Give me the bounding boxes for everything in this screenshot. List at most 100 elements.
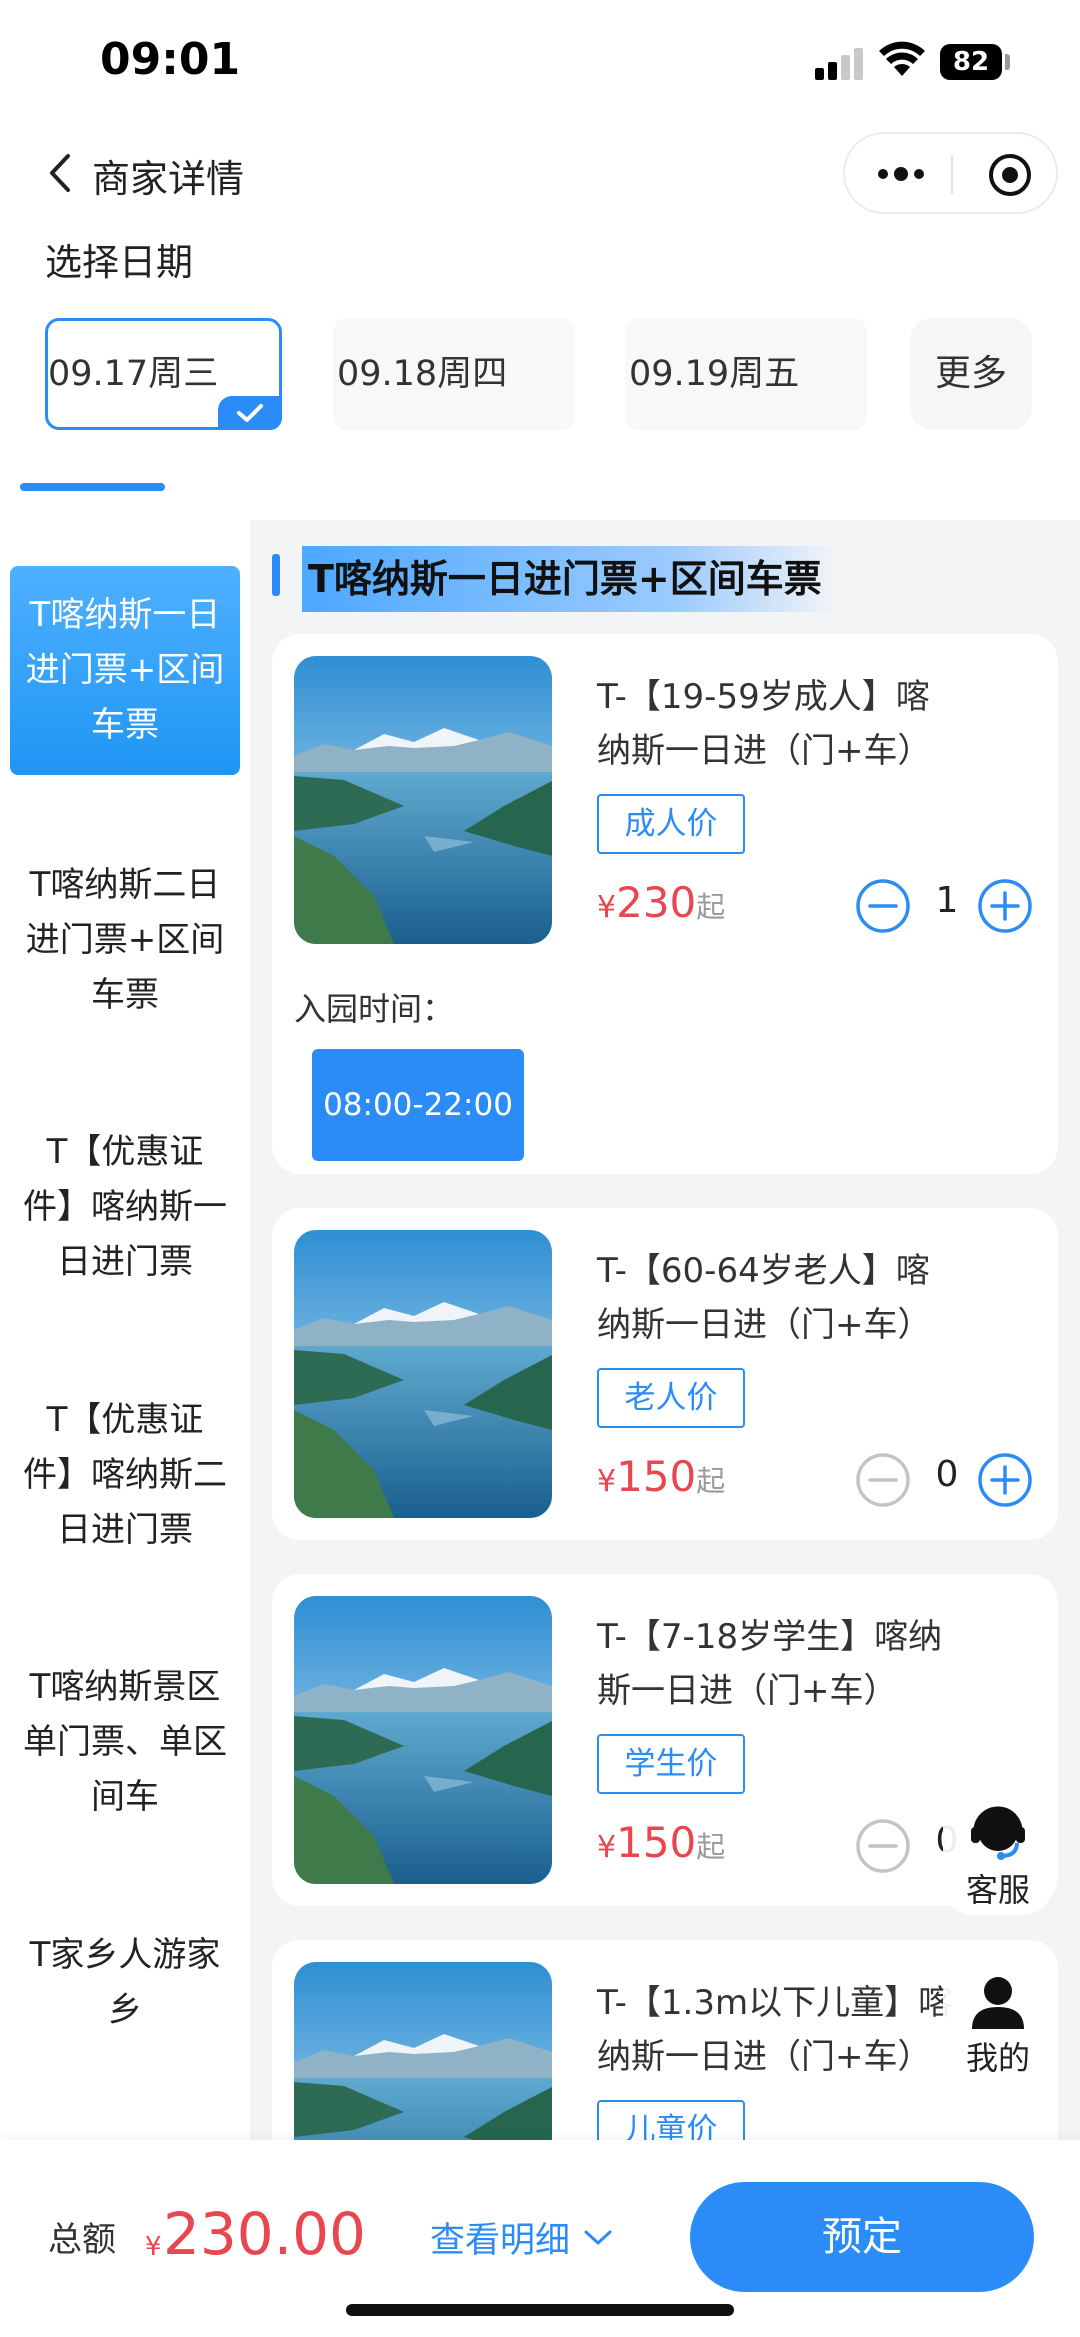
- product-title: T-【60-64岁老人】喀 纳斯一日进（门+车）: [597, 1244, 1037, 1352]
- status-time: 09:01: [100, 34, 241, 85]
- sidebar-item-discount-two-day[interactable]: T【优惠证 件】喀纳斯二 日进门票: [10, 1393, 240, 1558]
- time-slot-button[interactable]: 08:00-22:00: [312, 1049, 524, 1161]
- price-type-tag: 成人价: [597, 794, 745, 854]
- sidebar-item-line: T喀纳斯景区: [29, 1667, 221, 1707]
- battery-level: 82: [940, 44, 1002, 80]
- product-card-student[interactable]: T-【7-18岁学生】喀纳 斯一日进（门+车） 学生价 ¥150起 0: [272, 1574, 1058, 1906]
- my-profile-button[interactable]: 我的: [943, 1963, 1053, 2083]
- customer-service-button[interactable]: 客服: [943, 1795, 1053, 1915]
- capsule-divider: [951, 156, 953, 194]
- book-button[interactable]: 预定: [690, 2182, 1034, 2292]
- quantity-value: 0: [935, 1454, 959, 1495]
- check-icon: [218, 396, 282, 430]
- category-sidebar: T喀纳斯一日 进门票+区间 车票 T喀纳斯二日 进门票+区间 车票 T【优惠证 …: [0, 520, 250, 2140]
- product-title-line: T-【7-18岁学生】喀纳: [597, 1617, 943, 1657]
- page-title: 商家详情: [92, 157, 245, 201]
- wifi-icon: [879, 41, 925, 76]
- more-dots-icon[interactable]: [875, 164, 927, 184]
- sidebar-item-line: T【优惠证: [46, 1400, 204, 1440]
- product-price: ¥150起: [597, 1818, 725, 1867]
- sidebar-item-line: 单门票、单区: [23, 1722, 227, 1762]
- product-title-line: 纳斯一日进（门+车）: [597, 1305, 932, 1345]
- entry-time-label: 入园时间：: [294, 990, 455, 1028]
- product-title: T-【7-18岁学生】喀纳 斯一日进（门+车）: [597, 1610, 1037, 1718]
- product-image: [294, 656, 552, 944]
- total-label: 总额: [48, 2220, 116, 2260]
- date-tab-label: 09.19周五: [629, 354, 800, 394]
- product-image: [294, 1596, 552, 1884]
- home-indicator: [346, 2304, 734, 2316]
- nav-bar: 商家详情: [0, 120, 1080, 230]
- date-tab-label: 09.17周三: [48, 354, 219, 394]
- sidebar-item-hometown[interactable]: T家乡人游家 乡: [10, 1928, 240, 2038]
- date-tab-0917[interactable]: 09.17周三: [45, 318, 282, 430]
- price-suffix: 起: [696, 1830, 726, 1864]
- price-suffix: 起: [696, 1464, 726, 1498]
- sidebar-item-line: 日进门票: [57, 1510, 193, 1550]
- group-title-text: T喀纳斯一日进门票+区间车票: [302, 546, 838, 612]
- mine-label: 我的: [965, 2039, 1030, 2077]
- product-image: [294, 1230, 552, 1518]
- sidebar-item-discount-one-day[interactable]: T【优惠证 件】喀纳斯一 日进门票: [10, 1125, 240, 1290]
- sidebar-item-line: 件】喀纳斯二: [23, 1455, 227, 1495]
- mini-program-capsule: [843, 132, 1058, 214]
- date-section-label: 选择日期: [45, 241, 193, 284]
- product-card-adult[interactable]: T-【19-59岁成人】喀 纳斯一日进（门+车） 成人价 ¥230起 1 入园时…: [272, 634, 1058, 1174]
- price-value: 150: [616, 1452, 697, 1501]
- group-title: T喀纳斯一日进门票+区间车票: [272, 546, 872, 612]
- product-card-senior[interactable]: T-【60-64岁老人】喀 纳斯一日进（门+车） 老人价 ¥150起 0: [272, 1208, 1058, 1540]
- sidebar-item-line: 件】喀纳斯一: [23, 1187, 227, 1227]
- price-suffix: 起: [696, 890, 726, 924]
- service-icon: [971, 1806, 1025, 1860]
- date-tab-0918[interactable]: 09.18周四: [333, 318, 575, 430]
- sidebar-item-line: 乡: [108, 1990, 142, 2030]
- currency-symbol: ¥: [597, 1464, 617, 1499]
- sidebar-item-line: 车票: [91, 975, 159, 1015]
- battery-tip-icon: [1005, 54, 1010, 70]
- chevron-down-icon[interactable]: [583, 2228, 613, 2248]
- user-icon: [972, 1977, 1024, 2029]
- sidebar-item-line: T喀纳斯二日: [29, 865, 221, 905]
- date-tab-0919[interactable]: 09.19周五: [625, 318, 867, 430]
- minus-icon[interactable]: [855, 1452, 911, 1508]
- sidebar-item-line: 进门票+区间: [25, 650, 225, 690]
- sidebar-item-line: 日进门票: [57, 1242, 193, 1282]
- view-details-link[interactable]: 查看明细: [430, 2212, 570, 2263]
- price-value: 230: [616, 878, 697, 927]
- currency-symbol: ¥: [597, 1830, 617, 1865]
- total-currency: ¥: [145, 2232, 162, 2262]
- service-label: 客服: [965, 1871, 1030, 1909]
- target-icon[interactable]: [987, 152, 1033, 198]
- product-title-line: T-【19-59岁成人】喀: [597, 677, 930, 717]
- sidebar-item-single-ticket[interactable]: T喀纳斯景区 单门票、单区 间车: [10, 1660, 240, 1825]
- product-price: ¥150起: [597, 1452, 725, 1501]
- more-dates-button[interactable]: 更多: [910, 318, 1032, 430]
- plus-icon[interactable]: [977, 878, 1033, 934]
- status-bar: 09:01 82: [0, 0, 1080, 120]
- sidebar-item-line: 间车: [91, 1777, 159, 1817]
- group-title-bar: [272, 554, 280, 596]
- sidebar-item-line: T【优惠证: [46, 1132, 204, 1172]
- sidebar-item-line: T家乡人游家: [29, 1935, 221, 1975]
- sidebar-item-line: T喀纳斯一日: [29, 595, 221, 635]
- quantity-value: 1: [935, 880, 959, 921]
- date-tab-label: 09.18周四: [337, 354, 508, 394]
- back-icon[interactable]: [42, 150, 78, 196]
- price-type-tag: 老人价: [597, 1368, 745, 1428]
- sidebar-item-two-day[interactable]: T喀纳斯二日 进门票+区间 车票: [10, 858, 240, 1023]
- minus-icon[interactable]: [855, 878, 911, 934]
- sidebar-item-line: 进门票+区间: [25, 920, 225, 960]
- product-title-line: T-【60-64岁老人】喀: [597, 1251, 930, 1291]
- product-title: T-【19-59岁成人】喀 纳斯一日进（门+车）: [597, 670, 1037, 778]
- tab-underline: [20, 483, 165, 491]
- product-title-line: 斯一日进（门+车）: [597, 1671, 898, 1711]
- sidebar-item-one-day[interactable]: T喀纳斯一日 进门票+区间 车票: [10, 566, 240, 775]
- currency-symbol: ¥: [597, 890, 617, 925]
- price-value: 150: [616, 1818, 697, 1867]
- sidebar-item-line: 车票: [91, 705, 159, 745]
- cellular-signal-icon: [815, 46, 865, 80]
- plus-icon[interactable]: [977, 1452, 1033, 1508]
- minus-icon[interactable]: [855, 1818, 911, 1874]
- price-type-tag: 学生价: [597, 1734, 745, 1794]
- total-amount: 230.00: [163, 2200, 366, 2268]
